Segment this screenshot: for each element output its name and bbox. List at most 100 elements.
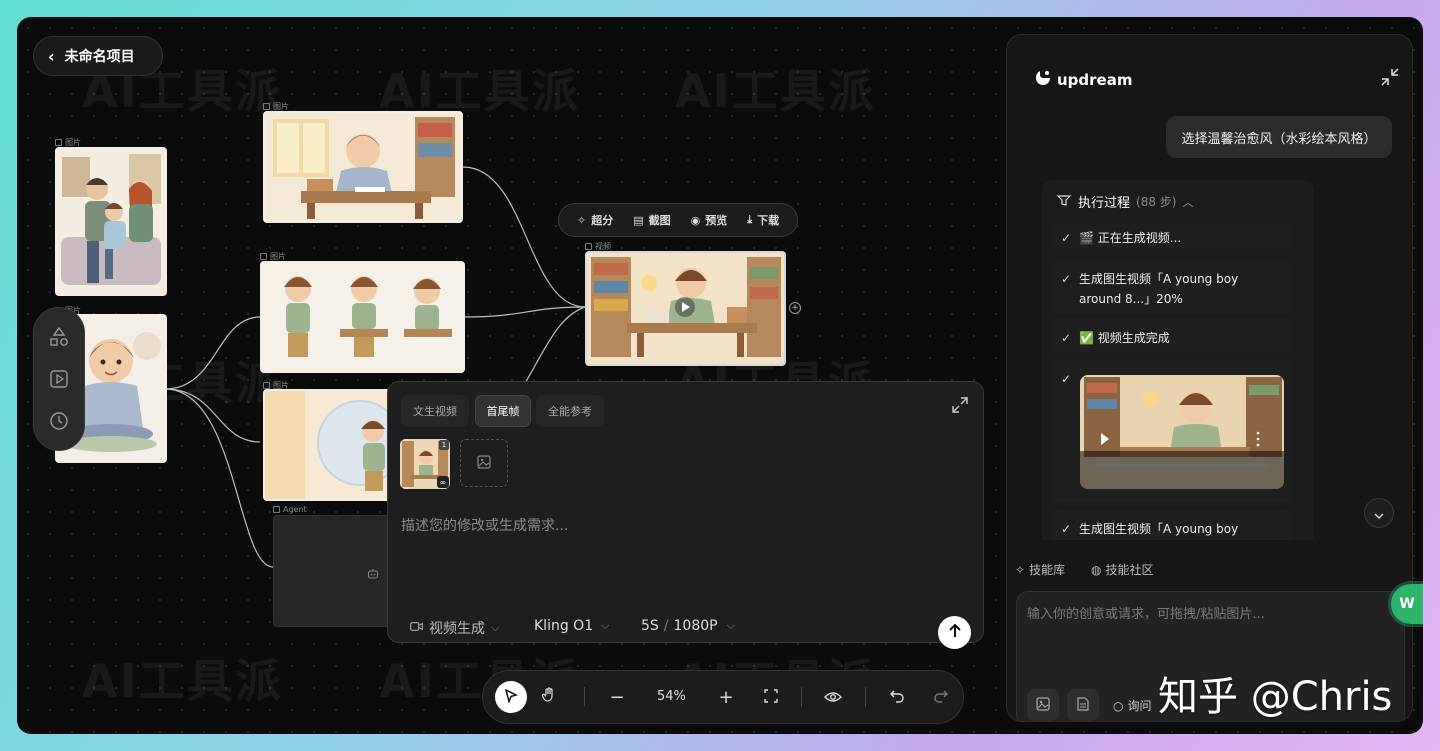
video-thumbnail: [587, 253, 784, 364]
process-header[interactable]: 执行过程 (88 步) ︿: [1056, 192, 1193, 211]
chevron-down-icon: [1374, 504, 1384, 523]
expand-icon[interactable]: [951, 396, 969, 414]
fit-screen-button[interactable]: [755, 681, 787, 713]
tab-text-to-video[interactable]: 文生视频: [401, 395, 469, 427]
screenshot-button[interactable]: ▤ 截图: [625, 212, 678, 228]
preview-button[interactable]: ◉ 预览: [683, 212, 736, 228]
floating-assistant-button[interactable]: W: [1391, 584, 1423, 624]
agent-node[interactable]: [273, 515, 393, 627]
image-node-family[interactable]: [55, 147, 167, 296]
upload-file-button[interactable]: [1067, 689, 1099, 721]
download-button[interactable]: ⤓ 下载: [739, 212, 787, 228]
upload-image-button[interactable]: [1027, 689, 1059, 721]
shapes-icon[interactable]: [46, 324, 72, 350]
cursor-icon: [504, 688, 519, 707]
check-icon: ✓: [1061, 522, 1072, 536]
result-video-player[interactable]: [1080, 375, 1284, 489]
toolbar-divider: [801, 687, 802, 707]
add-image-slot[interactable]: [460, 439, 508, 487]
ask-mode-button[interactable]: ○ 询问: [1113, 697, 1152, 714]
app-window: AI工具派 AI工具派 AI工具派 AI工具派 AI工具派 AI工具派 AI工具…: [17, 17, 1423, 734]
image-icon: [477, 454, 491, 473]
robot-icon: [367, 565, 379, 584]
undo-button[interactable]: [881, 681, 913, 713]
hand-icon: [541, 687, 557, 707]
user-message-bubble: 选择温馨治愈风（水彩绘本风格）: [1166, 116, 1392, 158]
check-icon: ✓: [1061, 272, 1072, 286]
assistant-panel: updream 选择温馨治愈风（水彩绘本风格） 执行过程 (88 步) ︿ ✓ 🎬…: [1006, 34, 1413, 722]
check-icon: ✓: [1061, 231, 1072, 245]
hanger-icon: [1056, 193, 1072, 211]
image-node-emotion[interactable]: [263, 389, 393, 501]
tab-omni-reference[interactable]: 全能参考: [536, 395, 604, 427]
mode-select[interactable]: 视频生成 ⌵: [410, 618, 499, 638]
brand-w-icon: W: [1399, 596, 1415, 612]
boy-poses-illustration: [262, 263, 463, 371]
updream-logo-icon: [1033, 69, 1053, 91]
upscale-button[interactable]: ✧ 超分: [569, 212, 621, 228]
brand-logo: updream: [1033, 69, 1132, 91]
node-label: Agent: [273, 505, 307, 514]
spec-select[interactable]: 5S / 1080P ⌵: [641, 618, 735, 634]
node-toolbar: ✧ 超分 ▤ 截图 ◉ 预览 ⤓ 下载: [558, 203, 799, 237]
check-icon: ✓: [1061, 372, 1072, 386]
chevron-down-icon: ⌵: [491, 621, 500, 634]
document-icon: [1077, 696, 1089, 715]
video-camera-icon: [410, 620, 423, 636]
process-fade: [1042, 540, 1314, 560]
fit-icon: [764, 688, 778, 707]
zoom-level: 54%: [657, 689, 686, 704]
send-button[interactable]: [938, 616, 971, 649]
history-icon[interactable]: [46, 408, 72, 434]
process-step: ✓ 生成图生视频「A young boy around 8...」20%: [1053, 260, 1291, 314]
emotion-illustration: [265, 391, 393, 499]
film-icon: ▤: [633, 213, 644, 227]
redo-button[interactable]: [925, 681, 957, 713]
select-tool-button[interactable]: [495, 681, 527, 713]
globe-icon: ◍: [1091, 562, 1102, 577]
toolbar-divider: [865, 687, 866, 707]
composer-panel: 文生视频 首尾帧 全能参考 1 ∞ 描述您的修改或生成需求... 视频生成 ⌵: [387, 381, 984, 649]
image-node-boy-desk[interactable]: [263, 111, 463, 223]
chevron-up-icon: ︿: [1182, 195, 1194, 209]
zoom-out-button[interactable]: −: [601, 681, 633, 713]
hand-tool-button[interactable]: [533, 681, 565, 713]
eye-icon: ◉: [690, 213, 701, 227]
collapse-panel-icon[interactable]: [1380, 67, 1400, 87]
sparkle-icon: ✧: [577, 213, 587, 227]
add-node-button[interactable]: +: [789, 302, 801, 314]
thumbnail-index-badge: 1: [439, 440, 449, 450]
visibility-button[interactable]: [817, 681, 849, 713]
eye-icon: [824, 688, 842, 707]
process-step: ✓ ✅ 视频生成完成: [1053, 319, 1291, 353]
download-icon: ⤓: [747, 213, 753, 226]
skills-link[interactable]: ✧ 技能库: [1015, 561, 1065, 578]
process-step: ✓ 🎬 正在生成视频...: [1053, 219, 1291, 253]
tab-first-last-frame[interactable]: 首尾帧: [475, 395, 531, 427]
left-toolbar: [33, 307, 85, 451]
video-node[interactable]: [585, 251, 786, 366]
reference-thumbnail[interactable]: 1 ∞: [400, 439, 450, 489]
model-select[interactable]: Kling O1 ⌵: [534, 618, 609, 634]
chevron-down-icon: ⌵: [726, 619, 735, 632]
family-illustration: [57, 149, 165, 294]
boy-desk-illustration: [265, 113, 461, 221]
toolbar-divider: [584, 687, 585, 707]
zoom-in-button[interactable]: +: [710, 681, 742, 713]
media-icon[interactable]: [46, 366, 72, 392]
community-link[interactable]: ◍ 技能社区: [1091, 561, 1154, 578]
overlay-credit: 知乎 @Chris: [1158, 674, 1393, 720]
chat-input[interactable]: 输入你的创意或请求，可拖拽/粘贴图片...: [1027, 603, 1265, 622]
image-node-boy-poses[interactable]: [260, 261, 465, 373]
redo-icon: [934, 688, 948, 707]
scroll-down-button[interactable]: [1364, 498, 1394, 528]
video-frame: [1080, 375, 1284, 489]
undo-icon: [890, 688, 904, 707]
chat-bubble-icon: ○: [1113, 698, 1124, 713]
canvas-toolbar: − 54% +: [482, 670, 964, 724]
prompt-input[interactable]: 描述您的修改或生成需求...: [401, 515, 961, 535]
arrow-up-icon: [948, 623, 962, 643]
sparkle-icon: ✧: [1015, 562, 1026, 577]
image-icon: [1036, 696, 1050, 715]
process-step: ✓生成图生视频「A young boy around: [1053, 510, 1291, 556]
